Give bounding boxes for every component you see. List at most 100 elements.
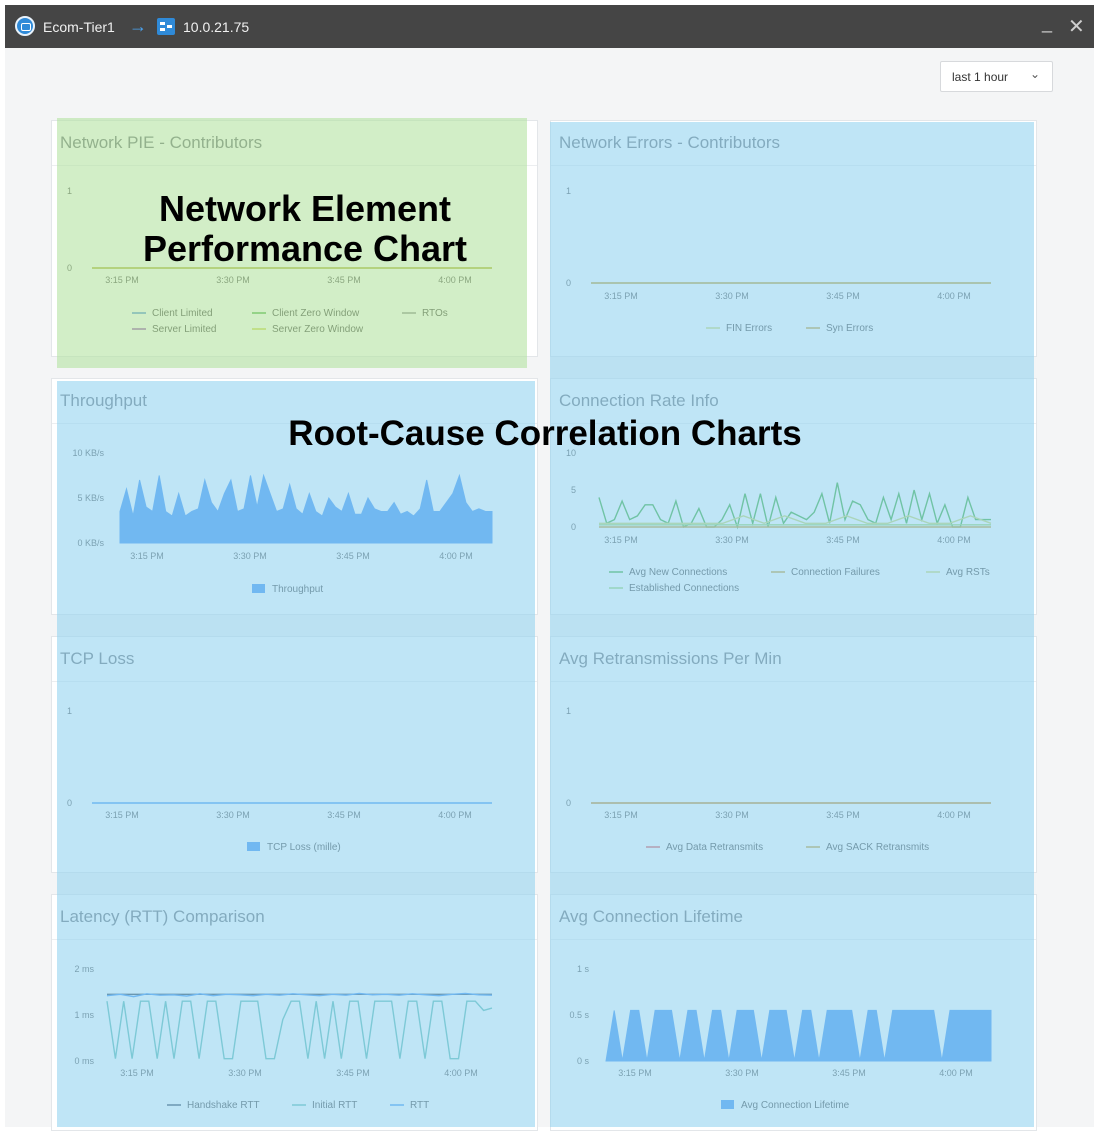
legend-swatch [252,584,265,593]
annotation-line-1: Network Element [158,188,452,229]
chevron-down-icon: ⌄ [1029,67,1040,81]
x-tick-label: 3:30 PM [216,810,250,820]
x-tick-label: 3:15 PM [105,810,139,820]
legend-label: Initial RTT [312,1100,357,1111]
x-tick-label: 3:15 PM [120,1068,154,1078]
y-tick-label: 0 [67,263,72,273]
x-tick-label: 4:00 PM [444,1068,478,1078]
legend-label: Connection Failures [791,567,880,578]
legend-label: Client Zero Window [272,308,360,319]
legend-label: Syn Errors [826,323,873,334]
x-tick-label: 3:30 PM [715,291,749,301]
legend-label: TCP Loss (mille) [267,842,341,853]
retransmissions-chart: 0 1 3:15 PM 3:30 PM 3:45 PM 4:00 PM Avg Data R… [566,706,991,853]
legend-label: Server Limited [152,324,216,335]
network-errors-chart: 0 1 3:15 PM 3:30 PM 3:45 PM 4:00 PM FIN Errors… [566,186,991,334]
y-tick-label: 0 [67,798,72,808]
x-tick-label: 4:00 PM [439,551,473,561]
legend-label: Avg Data Retransmits [666,842,763,853]
x-tick-label: 3:30 PM [216,275,250,285]
x-tick-label: 4:00 PM [438,810,472,820]
x-tick-label: 3:30 PM [725,1068,759,1078]
y-tick-label: 10 KB/s [72,448,104,458]
y-tick-label: 0 [566,798,571,808]
x-tick-label: 3:15 PM [105,275,139,285]
network-element-annotation: Network Element Performance Chart [105,189,505,269]
legend-swatch [721,1100,734,1109]
y-tick-label: 2 ms [74,964,94,974]
x-tick-label: 3:15 PM [604,810,638,820]
legend-label: RTT [410,1100,429,1111]
x-tick-label: 3:30 PM [715,535,749,545]
x-tick-label: 3:45 PM [832,1068,866,1078]
x-tick-label: 4:00 PM [438,275,472,285]
legend-label: Avg Connection Lifetime [741,1100,850,1111]
x-tick-label: 3:45 PM [336,1068,370,1078]
legend-swatch [247,842,260,851]
app-logo-icon [15,16,35,36]
series-area [605,1009,992,1062]
x-tick-label: 4:00 PM [937,810,971,820]
root-cause-annotation: Root-Cause Correlation Charts [288,414,802,453]
legend-label: Avg New Connections [629,567,727,578]
latency-chart: 0 ms 1 ms 2 ms 3:15 PM 3:30 PM 3:45 PM 4:00 PM… [74,964,493,1111]
series-line [599,515,992,525]
y-tick-label: 0 s [577,1056,590,1066]
legend-label: FIN Errors [726,323,772,334]
x-tick-label: 3:30 PM [715,810,749,820]
x-tick-label: 3:45 PM [826,810,860,820]
x-tick-label: 3:15 PM [618,1068,652,1078]
legend-label: Server Zero Window [272,324,364,335]
legend-label: Established Connections [629,583,739,594]
close-icon[interactable]: ✕ [1068,5,1085,48]
panel-retransmissions: Avg Retransmissions Per Min 0 1 3:15 PM 3:3… [550,636,1037,873]
panel-latency: Latency (RTT) Comparison 0 ms 1 ms 2 ms 3:1… [51,894,538,1131]
legend-label: Avg SACK Retransmits [826,842,929,853]
y-tick-label: 5 KB/s [77,493,104,503]
legend-label: Handshake RTT [187,1100,260,1111]
y-tick-label: 0 [571,522,576,532]
x-tick-label: 3:45 PM [327,275,361,285]
y-tick-label: 0 [566,278,571,288]
legend-label: Avg RSTs [946,567,990,578]
y-tick-label: 1 s [577,964,590,974]
y-tick-label: 0.5 s [569,1010,589,1020]
host-breadcrumb-label: 10.0.21.75 [183,18,250,35]
annotation-line-2: Performance Chart [142,228,468,269]
dashboard-window: Ecom-Tier1 → 10.0.21.75 _ ✕ last 1 hour … [5,5,1094,1131]
panel-network-errors: Network Errors - Contributors 0 1 3:15 PM 3… [550,120,1037,357]
y-tick-label: 1 [566,706,571,716]
arrow-right-icon: → [129,16,147,36]
panel-connection-lifetime: Avg Connection Lifetime 0 s 0.5 s 1 s 3:15 … [550,894,1037,1131]
y-tick-label: 0 ms [74,1056,94,1066]
y-tick-label: 5 [571,485,576,495]
minimize-icon[interactable]: _ [1042,2,1052,45]
y-tick-label: 1 ms [74,1010,94,1020]
x-tick-label: 3:45 PM [826,291,860,301]
y-tick-label: 1 [67,186,72,196]
x-tick-label: 3:45 PM [327,810,361,820]
y-tick-label: 0 KB/s [77,538,104,548]
window-titlebar: Ecom-Tier1 → 10.0.21.75 _ ✕ [5,5,1094,48]
legend-label: Client Limited [152,308,213,319]
x-tick-label: 4:00 PM [937,535,971,545]
time-range-value: last 1 hour [952,69,1009,84]
x-tick-label: 3:15 PM [604,535,638,545]
legend-label: RTOs [422,308,448,319]
series-area [119,473,493,544]
x-tick-label: 3:30 PM [233,551,267,561]
tcp-loss-chart: 0 1 3:15 PM 3:30 PM 3:45 PM 4:00 PM TCP Loss (… [67,706,492,853]
tier-breadcrumb-link[interactable]: Ecom-Tier1 [43,5,115,48]
legend-label: Throughput [272,584,323,595]
x-tick-label: 3:30 PM [228,1068,262,1078]
host-network-icon [157,18,175,35]
connection-lifetime-chart: 0 s 0.5 s 1 s 3:15 PM 3:30 PM 3:45 PM 4:00 PM A… [569,964,992,1111]
x-tick-label: 3:15 PM [130,551,164,561]
series-line [106,1000,493,1060]
time-range-select[interactable]: last 1 hour ⌄ [940,61,1053,92]
x-tick-label: 4:00 PM [937,291,971,301]
x-tick-label: 3:45 PM [336,551,370,561]
panel-tcp-loss: TCP Loss 0 1 3:15 PM 3:30 PM 3:45 PM 4:00 PM T… [51,636,538,873]
x-tick-label: 4:00 PM [939,1068,973,1078]
x-tick-label: 3:15 PM [604,291,638,301]
